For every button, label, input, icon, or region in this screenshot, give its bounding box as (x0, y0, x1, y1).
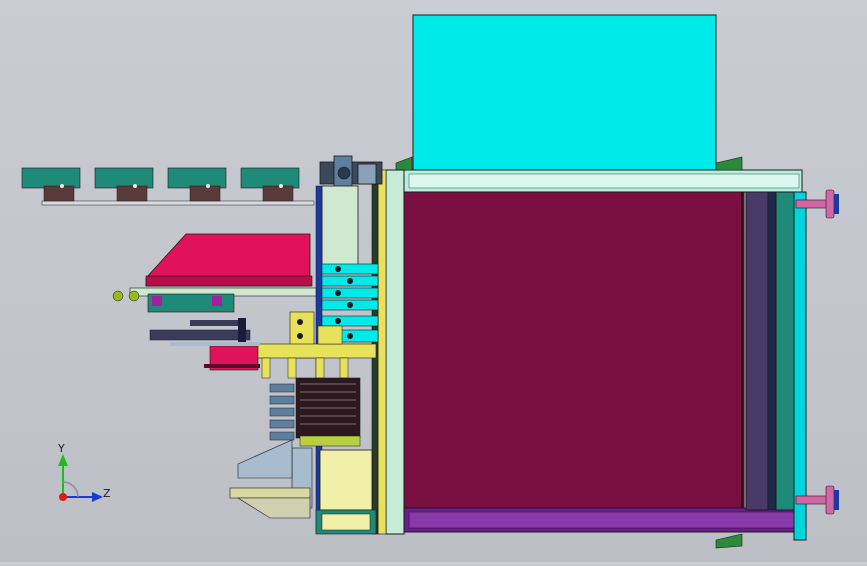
coordinate-triad: Y Z (57, 442, 111, 502)
bottom-bracket-right (715, 533, 743, 549)
connector-column (269, 383, 295, 441)
top-rail-inner (408, 173, 800, 189)
y-axis-label: Y (57, 442, 65, 455)
cad-3d-viewport[interactable]: Y Z (0, 0, 867, 562)
tray-holder (112, 290, 235, 313)
right-column-teal[interactable] (775, 191, 795, 511)
fixture-rail[interactable] (21, 167, 315, 206)
fixture-4[interactable] (240, 167, 300, 202)
lower-base-paleyellow (321, 513, 371, 531)
lower-blue-assembly[interactable] (229, 439, 313, 519)
frame-upright-mint[interactable] (385, 169, 405, 535)
bottom-rail-inner (408, 511, 800, 529)
right-column-purple[interactable] (745, 191, 769, 511)
z-axis-label: Z (103, 487, 111, 500)
origin-dot-icon (59, 493, 67, 501)
lower-yellow-block[interactable] (319, 449, 373, 511)
main-maroon-panel[interactable] (403, 191, 745, 511)
right-column-cyan[interactable] (793, 191, 807, 541)
magenta-feed-tray[interactable] (129, 233, 317, 297)
fixture-2[interactable] (94, 167, 154, 202)
stack-backplate (321, 185, 359, 267)
rail-bracket-left (395, 156, 413, 171)
fin-array-block[interactable] (295, 377, 361, 447)
fixture-1[interactable] (21, 167, 81, 202)
top-cyan-cabinet[interactable] (412, 14, 717, 171)
frame-upright-yellow[interactable] (377, 169, 387, 535)
pink-gripper[interactable] (204, 345, 260, 371)
right-column-dark (767, 191, 777, 511)
assembly-drawing: Y Z (21, 14, 839, 549)
slide-rods (149, 318, 260, 346)
fixture-3[interactable] (167, 167, 227, 202)
rail-bracket-right (715, 156, 743, 171)
